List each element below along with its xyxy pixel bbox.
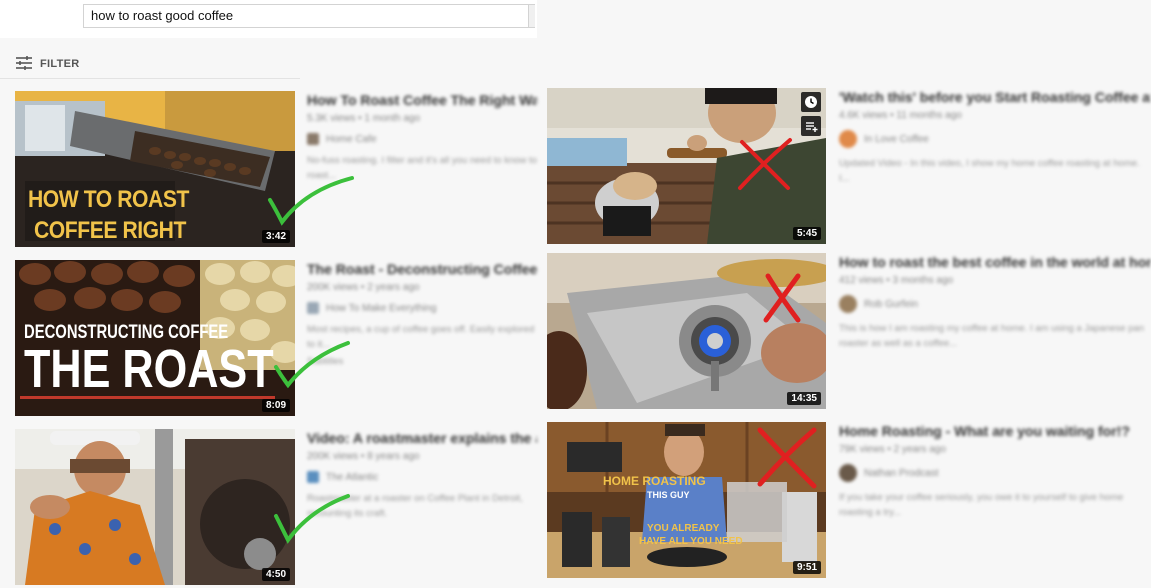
thumbnail-text-line: HOME ROASTING xyxy=(603,474,706,488)
filter-sliders-icon[interactable] xyxy=(16,56,32,70)
home-kitchen-roasting-image xyxy=(547,422,826,578)
video-title[interactable]: The Roast - Deconstructing Coffee 2 xyxy=(307,261,537,277)
video-stats: 200K views • 2 years ago xyxy=(307,282,420,293)
channel-name[interactable]: The Atlantic xyxy=(326,472,378,483)
video-duration: 14:35 xyxy=(787,392,821,405)
search-bar: how to roast good coffee xyxy=(0,0,537,38)
gas-stove-roasting-image xyxy=(547,253,826,409)
channel-avatar[interactable] xyxy=(839,295,857,313)
roastmaster-image xyxy=(15,429,295,585)
channel-name[interactable]: How To Make Everything xyxy=(326,303,436,314)
channel-avatar[interactable] xyxy=(307,471,319,483)
video-description: No-fuss roasting. I filter and it's all … xyxy=(307,155,537,181)
channel-name[interactable]: Home Cafe xyxy=(326,134,377,145)
video-info: 'Watch this' before you Start Roasting C… xyxy=(839,89,1151,186)
video-stats: 5.3K views • 1 month ago xyxy=(307,113,421,124)
video-thumbnail[interactable]: HOME ROASTING THIS GUY YOU ALREADY HAVE … xyxy=(547,422,826,578)
video-stats: 79K views • 2 years ago xyxy=(839,444,946,455)
filter-button[interactable]: FILTER xyxy=(40,58,79,70)
search-button-edge[interactable] xyxy=(529,4,535,28)
channel-row[interactable]: Home Cafe xyxy=(307,133,537,145)
video-info: The Roast - Deconstructing Coffee 2 200K… xyxy=(307,261,537,367)
watch-later-button[interactable] xyxy=(801,92,821,112)
channel-avatar[interactable] xyxy=(839,464,857,482)
video-stats: 200K views • 8 years ago xyxy=(307,451,420,462)
video-title[interactable]: Home Roasting - What are you waiting for… xyxy=(839,423,1151,439)
video-stats: 4.6K views • 11 months ago xyxy=(839,110,962,121)
search-input[interactable]: how to roast good coffee xyxy=(83,4,529,28)
thumbnail-text-line: THE ROAST xyxy=(24,339,274,399)
queue-icon xyxy=(806,122,818,132)
channel-row[interactable]: Rob Gurfein xyxy=(839,295,1151,313)
video-info: Home Roasting - What are you waiting for… xyxy=(839,423,1151,520)
video-description: Most recipes, a cup of coffee goes off. … xyxy=(307,324,535,350)
filter-bar: FILTER xyxy=(0,46,300,79)
channel-row[interactable]: How To Make Everything xyxy=(307,302,537,314)
subtitles-badge: Subtitles xyxy=(307,356,344,367)
thumbnail-text-line: YOU ALREADY xyxy=(647,523,720,534)
channel-avatar[interactable] xyxy=(307,302,319,314)
video-title[interactable]: 'Watch this' before you Start Roasting C… xyxy=(839,89,1151,105)
thumbnail-text-line: HAVE ALL YOU NEED xyxy=(639,536,743,547)
video-thumbnail[interactable]: 14:35 xyxy=(547,253,826,409)
channel-name[interactable]: Rob Gurfein xyxy=(864,299,918,310)
video-duration: 5:45 xyxy=(792,227,821,240)
channel-name[interactable]: In Love Coffee xyxy=(864,134,929,145)
channel-row[interactable]: Nathan Prodcast xyxy=(839,464,1151,482)
video-duration: 8:09 xyxy=(261,399,290,412)
video-description: If you take your coffee seriously, you o… xyxy=(839,492,1124,518)
clock-icon xyxy=(805,96,817,108)
video-title[interactable]: How To Roast Coffee The Right Way xyxy=(307,92,537,108)
channel-row[interactable]: In Love Coffee xyxy=(839,130,1151,148)
channel-avatar[interactable] xyxy=(839,130,857,148)
channel-name[interactable]: Nathan Prodcast xyxy=(864,468,939,479)
video-info: How to roast the best coffee in the worl… xyxy=(839,254,1151,351)
thumbnail-text-line: HOW TO ROAST xyxy=(28,186,189,213)
video-title[interactable]: How to roast the best coffee in the worl… xyxy=(839,254,1151,270)
thumbnail-text-line: COFFEE RIGHT xyxy=(34,217,186,244)
video-thumbnail[interactable]: 4:50 xyxy=(15,429,295,585)
video-info: How To Roast Coffee The Right Way 5.3K v… xyxy=(307,92,537,183)
thumbnail-text-line: THIS GUY xyxy=(647,490,690,500)
video-duration: 9:51 xyxy=(792,561,821,574)
add-to-queue-button[interactable] xyxy=(801,116,821,136)
video-duration: 3:42 xyxy=(261,230,290,243)
video-duration: 4:50 xyxy=(261,568,290,581)
video-description: This is how I am roasting my coffee at h… xyxy=(839,323,1145,349)
channel-avatar[interactable] xyxy=(307,133,319,145)
video-thumbnail[interactable]: HOW TO ROAST COFFEE RIGHT 3:42 xyxy=(15,91,295,247)
video-description: Roastmaster at a roaster on Coffee Plant… xyxy=(307,493,523,519)
video-stats: 412 views • 3 months ago xyxy=(839,275,954,286)
man-with-popcorn-popper-image xyxy=(547,88,826,244)
video-description: Updated Video - In this video, I show my… xyxy=(839,158,1140,184)
video-info: Video: A roastmaster explains the art 20… xyxy=(307,430,537,521)
video-thumbnail[interactable]: DECONSTRUCTING COFFEE THE ROAST 8:09 xyxy=(15,260,295,416)
screenshot-stage: how to roast good coffee FILTER HOW TO R… xyxy=(0,0,1151,588)
video-title[interactable]: Video: A roastmaster explains the art xyxy=(307,430,537,446)
channel-row[interactable]: The Atlantic xyxy=(307,471,537,483)
video-thumbnail[interactable]: 5:45 xyxy=(547,88,826,244)
